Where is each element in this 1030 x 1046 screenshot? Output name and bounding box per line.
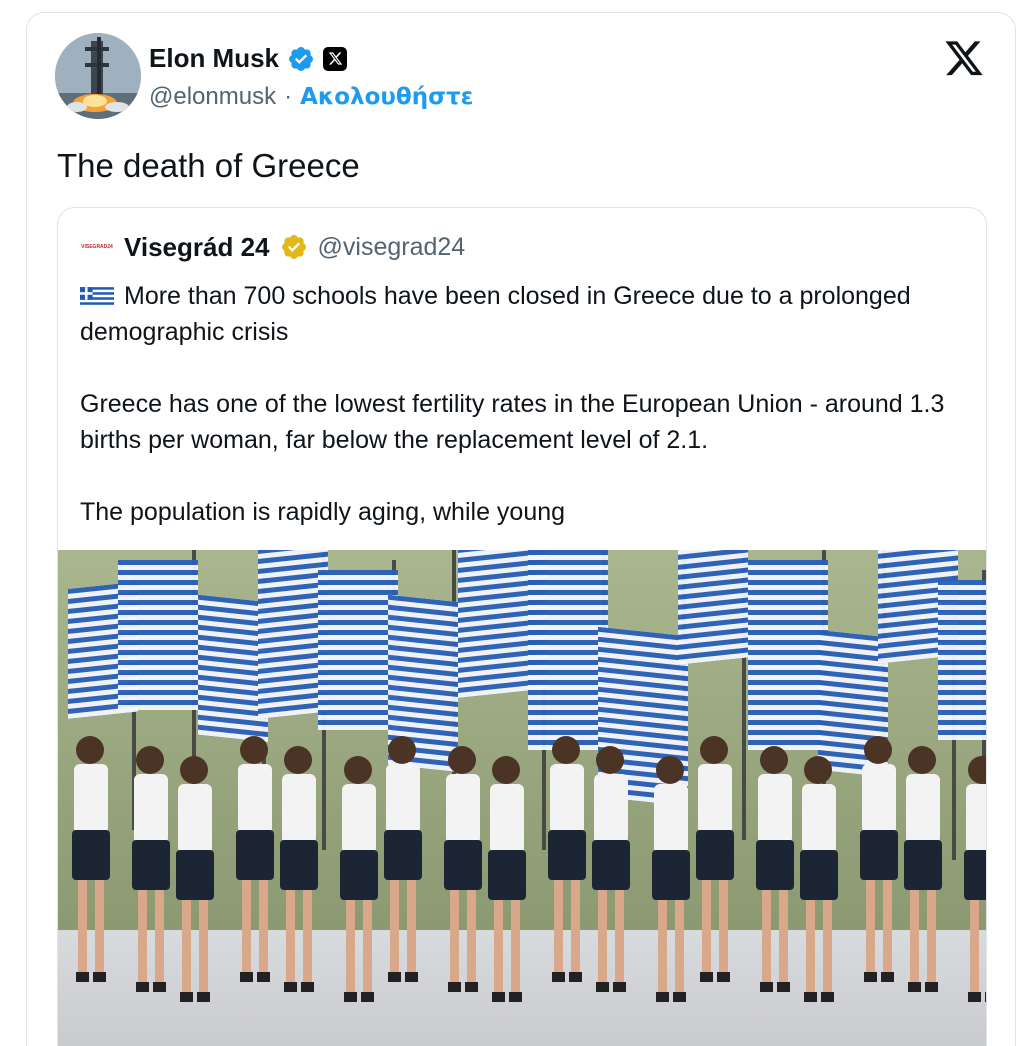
author-name-row: Elon Musk <box>149 43 348 74</box>
quoted-text: More than 700 schools have been closed i… <box>80 278 960 566</box>
quoted-paragraph-1: More than 700 schools have been closed i… <box>80 278 960 350</box>
gold-verified-badge-icon <box>281 235 306 259</box>
quoted-photo[interactable] <box>58 550 986 1046</box>
tweet-text: The death of Greece <box>57 147 360 184</box>
verified-badge-icon <box>289 46 313 71</box>
tweet-card: Elon Musk @elonmusk · Ακολουθήστε The de… <box>26 12 1016 1046</box>
follow-link[interactable]: Ακολουθήστε <box>300 84 473 110</box>
x-affiliate-icon <box>323 46 348 71</box>
quoted-author-handle[interactable]: @visegrad24 <box>318 233 466 262</box>
author-handle[interactable]: @elonmusk <box>149 83 276 111</box>
quoted-header: VISEGRAD24 Visegrád 24 @visegrad24 <box>80 230 465 264</box>
quoted-paragraph-3: The population is rapidly aging, while y… <box>80 498 566 526</box>
quoted-author-name[interactable]: Visegrád 24 <box>124 232 270 263</box>
author-avatar[interactable] <box>55 33 141 119</box>
quoted-avatar[interactable]: VISEGRAD24 <box>80 230 114 264</box>
author-name[interactable]: Elon Musk <box>149 43 279 74</box>
quoted-tweet[interactable]: VISEGRAD24 Visegrád 24 @visegrad24 More … <box>57 207 987 1046</box>
author-handle-row: @elonmusk · Ακολουθήστε <box>149 83 473 111</box>
quoted-paragraph-2: Greece has one of the lowest fertility r… <box>80 390 945 454</box>
x-logo-icon[interactable] <box>943 41 985 79</box>
greece-flag-icon <box>80 284 114 307</box>
separator-dot: · <box>284 83 293 110</box>
quoted-paragraph-1-text: More than 700 schools have been closed i… <box>80 282 911 346</box>
